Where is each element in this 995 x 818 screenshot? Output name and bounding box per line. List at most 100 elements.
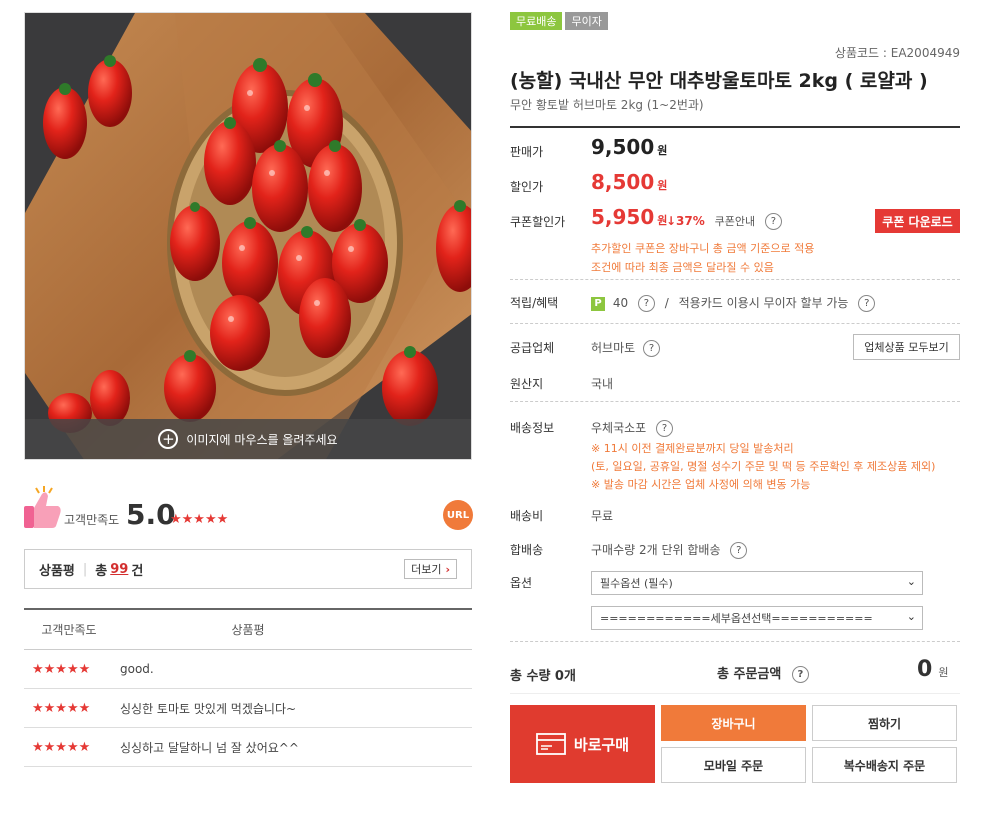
zoom-plus-icon: + [158,429,179,449]
total-quantity: 총 수량 0개 [510,669,576,684]
buy-now-label: 바로구매 [573,735,630,754]
shipping-note: (토, 일요일, 공휴일, 명절 성수기 주문 및 떡 등 주문확인 후 제조상… [591,460,936,473]
multi-address-order-button[interactable]: 복수배송지 주문 [812,747,957,783]
discount-price-value: 8,500 [591,170,655,194]
help-icon[interactable]: ? [656,420,674,437]
review-text[interactable]: 싱싱하고 달달하니 넘 잘 샀어요^^ [120,739,299,756]
interest-free-badge: 무이자 [565,12,608,30]
shipping-note: ※ 발송 마감 시간은 업체 사정에 의해 변동 가능 [591,478,811,491]
badge-list: 무료배송 무이자 [510,12,608,30]
discount-percent: ↓37% [666,214,705,228]
review-text[interactable]: 싱싱한 토마토 맛있게 먹겠습니다~ [120,700,296,717]
more-reviews-button[interactable]: 더보기 › [404,559,457,579]
coupon-price-label: 쿠폰할인가 [510,215,566,229]
product-code: 상품코드 : EA2004949 [834,46,960,60]
tomato-photo [25,13,471,459]
chevron-down-icon: ⌄ [906,575,916,588]
help-icon[interactable]: ? [764,213,782,230]
slash: / [664,296,669,310]
review-total-prefix: 총 [95,563,108,579]
review-table: 고객만족도 상품평 ★★★★★ good. ★★★★★ 싱싱한 토마토 맛있게 … [24,608,472,767]
fee-label: 배송비 [510,509,544,523]
points-value: 40 [612,296,629,310]
sale-price-value: 9,500 [591,135,655,159]
review-title: 상품평 [39,563,75,579]
divider [510,641,960,642]
fee-value: 무료 [591,509,614,523]
vendor-products-button[interactable]: 업체상품 모두보기 [853,334,960,360]
product-subtitle: 무안 황토밭 허브마토 2kg (1~2번과) [510,98,704,112]
won-unit: 원 [657,179,668,192]
total-order: 총 주문금액 ? [717,663,809,683]
table-row[interactable]: ★★★★★ 싱싱한 토마토 맛있게 먹겠습니다~ [24,689,472,728]
sale-price: 9,500 원 [591,135,667,159]
combined-shipping-label: 합배송 [510,543,544,557]
divider [510,323,960,324]
shipping-label: 배송정보 [510,421,555,435]
wishlist-button[interactable]: 찜하기 [812,705,957,741]
detail-option-select[interactable]: ============세부옵션선택=========== ⌄ [591,606,923,630]
supplier-label: 공급업체 [510,341,555,355]
chevron-right-icon: › [445,562,450,576]
shipping-value: 우체국소포 ? [591,419,674,437]
product-image[interactable]: + 이미지에 마우스를 올려주세요 [24,12,472,460]
help-icon[interactable]: ? [791,666,809,683]
coupon-price-value: 5,950 [591,205,655,229]
product-title: (농할) 국내산 무안 대추방울토마토 2kg ( 로얄과 ) [510,70,928,92]
benefit-label: 적립/혜택 [510,296,559,310]
divider: | [82,561,88,577]
image-hover-bar: + 이미지에 마우스를 올려주세요 [25,419,471,459]
total-order-label: 총 주문금액 [717,667,782,682]
table-row[interactable]: ★★★★★ 싱싱하고 달달하니 넘 잘 샀어요^^ [24,728,472,767]
review-count: 99 [110,561,129,577]
help-icon[interactable]: ? [730,542,748,559]
shipping-method: 우체국소포 [591,421,647,435]
help-icon[interactable]: ? [643,340,660,357]
option-label: 옵션 [510,576,533,590]
add-to-cart-button[interactable]: 장바구니 [661,705,806,741]
discount-price-label: 할인가 [510,180,544,194]
select-value: 필수옵션 (필수) [600,577,673,590]
won-unit: 원 [657,144,668,157]
select-value: ============세부옵션선택=========== [600,612,873,625]
coupon-note: 추가할인 쿠폰은 장바구니 총 금액 기준으로 적용 [591,242,815,255]
total-amount-value: 0 [917,657,933,682]
help-icon[interactable]: ? [637,295,655,312]
rating-stars: ★★★★★ [32,700,91,716]
review-unit: 건 [131,563,144,579]
combined-shipping-value: 구매수량 2개 단위 합배송 ? [591,541,748,559]
coupon-note: 조건에 따라 최종 금액은 달라질 수 있음 [591,261,774,274]
thumbs-up-icon [24,486,61,528]
required-option-select[interactable]: 필수옵션 (필수) ⌄ [591,571,923,595]
satisfaction-label: 고객만족도 [64,513,120,527]
points-icon: P [591,296,605,311]
coupon-extra: ↓37% 쿠폰안내 ? [666,213,782,230]
review-summary-box: 상품평 | 총 99 건 더보기 › [24,549,472,589]
supplier-name: 허브마토 [591,341,636,355]
help-icon[interactable]: ? [858,295,876,312]
satisfaction-score: 5.0 [126,498,176,531]
shipping-note: ※ 11시 이전 결제완료분까지 당일 발송처리 [591,442,794,455]
review-text[interactable]: good. [120,662,154,676]
won-unit: 원 [938,666,949,679]
coupon-download-button[interactable]: 쿠폰 다운로드 [875,209,960,233]
rating-stars: ★★★★★ [32,661,91,677]
satisfaction-stars: ★★★★★ [170,512,229,527]
supplier-value: 허브마토 ? [591,339,660,357]
url-copy-button[interactable]: URL [443,500,473,530]
origin-value: 국내 [591,377,614,391]
mobile-order-button[interactable]: 모바일 주문 [661,747,806,783]
divider [510,401,960,402]
table-row[interactable]: ★★★★★ good. [24,650,472,689]
discount-price: 8,500 원 [591,170,667,194]
coupon-guide-label: 쿠폰안내 [714,215,756,228]
buy-now-button[interactable]: 바로구매 [510,705,655,783]
chevron-down-icon: ⌄ [906,610,916,623]
free-shipping-badge: 무료배송 [510,12,563,30]
review-table-header: 고객만족도 상품평 [24,610,472,650]
hover-text: 이미지에 마우스를 올려주세요 [186,432,338,447]
sale-price-label: 판매가 [510,145,544,159]
benefit-value: P 40 ? / 적용카드 이용시 무이자 할부 가능 ? [591,294,876,312]
combined-text: 구매수량 2개 단위 합배송 [591,543,721,557]
coupon-price: 5,950 원 [591,205,667,229]
